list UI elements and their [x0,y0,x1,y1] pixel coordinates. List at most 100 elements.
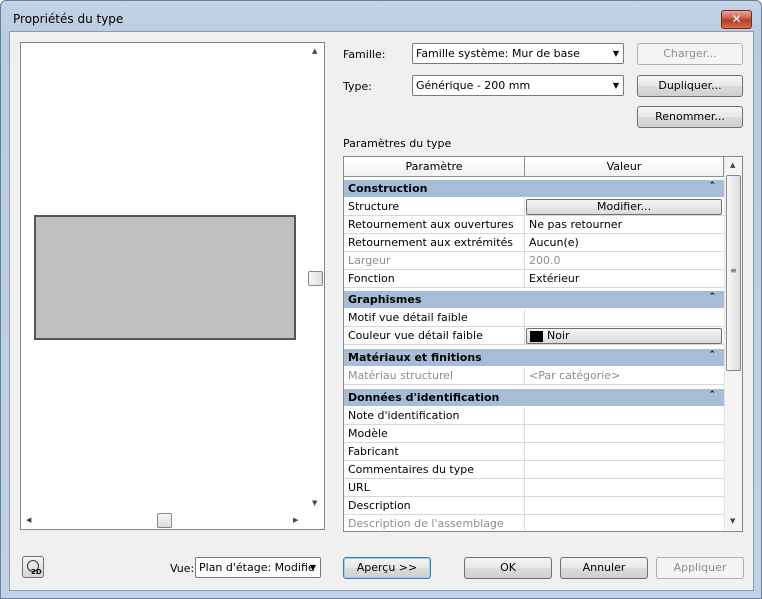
collapse-icon[interactable]: ⌃ [708,181,716,191]
preview-pane: ▲ ▼ ◀ ▶ [20,42,325,530]
section-donnees-identification[interactable]: Données d'identification ⌃ [344,388,724,406]
chevron-down-icon: ▼ [612,49,620,58]
table-row[interactable]: Note d'identification [344,407,724,425]
vue-value: Plan d'étage: Modifie [199,561,315,574]
param-name: Retournement aux ouvertures [344,216,525,234]
type-dropdown[interactable]: Générique - 200 mm ▼ [412,75,624,96]
dupliquer-button[interactable]: Dupliquer... [637,75,743,97]
param-name: Fabricant [344,443,525,461]
type-label: Type: [343,80,372,93]
scroll-up-icon[interactable]: ▲ [730,161,735,169]
param-value[interactable] [525,309,724,327]
color-swatch [530,331,543,342]
preview-vertical-scrollbar[interactable]: ▲ ▼ [307,43,324,513]
grip-icon: ≡ [730,266,737,275]
table-row[interactable]: URL [344,479,724,497]
view-icon-label: 2D [31,568,42,576]
grid-vertical-scroll-thumb[interactable]: ≡ [726,175,741,371]
scroll-up-icon[interactable]: ▲ [312,47,317,55]
column-header-valeur[interactable]: Valeur [525,157,724,177]
close-icon: ✕ [731,12,742,26]
param-name: URL [344,479,525,497]
scroll-left-icon[interactable]: ◀ [26,516,31,524]
table-row[interactable]: Commentaires du type [344,461,724,479]
table-row[interactable]: Couleur vue détail faible Noir [344,327,724,345]
scroll-right-icon[interactable]: ▶ [293,516,298,524]
scroll-down-icon[interactable]: ▼ [730,517,735,525]
wall-preview-shape [34,215,296,340]
dialog-client-area: ▲ ▼ ◀ ▶ Famille: Famille système: Mur de… [9,31,754,591]
grid-vertical-scrollbar[interactable]: ▲ ≡ ▼ [724,157,742,531]
window-title: Propriétés du type [13,12,124,26]
param-value[interactable] [525,479,724,497]
param-name: Largeur [344,252,525,270]
parametres-du-type-label: Paramètres du type [343,137,452,150]
param-value[interactable] [525,515,724,531]
param-value[interactable] [525,407,724,425]
param-value: <Par catégorie> [529,369,621,382]
preview-vertical-scroll-thumb[interactable] [308,271,323,286]
param-name: Structure [344,198,525,216]
section-materiaux[interactable]: Matériaux et finitions ⌃ [344,348,724,366]
collapse-icon[interactable]: ⌃ [708,350,716,360]
param-value[interactable] [525,461,724,479]
ok-button[interactable]: OK [464,557,552,579]
preview-horizontal-scrollbar[interactable]: ◀ ▶ [21,513,307,529]
param-value: 200.0 [529,254,561,267]
param-name: Description [344,497,525,515]
close-button[interactable]: ✕ [721,10,752,29]
param-value[interactable] [525,443,724,461]
famille-label: Famille: [343,48,386,61]
column-header-parametre[interactable]: Paramètre [344,157,525,177]
section-graphismes[interactable]: Graphismes ⌃ [344,290,724,308]
param-value[interactable]: Aucun(e) [525,234,724,252]
table-row[interactable]: Description [344,497,724,515]
chevron-down-icon: ▼ [309,563,317,572]
collapse-icon[interactable]: ⌃ [708,390,716,400]
table-row: Matériau structurel <Par catégorie> [344,367,724,385]
collapse-icon[interactable]: ⌃ [708,292,716,302]
param-name: Matériau structurel [344,367,525,385]
section-title: Graphismes [348,293,422,306]
annuler-button[interactable]: Annuler [560,557,648,579]
param-value[interactable]: Extérieur [525,270,724,288]
table-row[interactable]: Fonction Extérieur [344,270,724,288]
table-row[interactable]: Fabricant [344,443,724,461]
view-2d-icon[interactable]: 2D [22,556,44,578]
param-value[interactable] [525,425,724,443]
famille-value: Famille système: Mur de base [416,47,580,60]
apercu-button[interactable]: Aperçu >> [343,557,431,579]
table-row[interactable]: Motif vue détail faible [344,309,724,327]
color-picker-button[interactable]: Noir [526,328,722,344]
table-row[interactable]: Retournement aux extrémités Aucun(e) [344,234,724,252]
chevron-down-icon: ▼ [612,81,620,90]
table-row[interactable]: Description de l'assemblage [344,515,724,531]
table-row[interactable]: Retournement aux ouvertures Ne pas retou… [344,216,724,234]
type-parameters-grid: Paramètre Valeur Construction ⌃ Structur… [343,156,743,532]
section-title: Données d'identification [348,391,500,404]
appliquer-button[interactable]: Appliquer [656,557,744,579]
type-value: Générique - 200 mm [416,79,531,92]
param-name: Motif vue détail faible [344,309,525,327]
vue-label: Vue: [170,562,195,575]
structure-modifier-button[interactable]: Modifier... [526,199,722,215]
scroll-down-icon[interactable]: ▼ [312,499,317,507]
param-name: Commentaires du type [344,461,525,479]
table-row[interactable]: Structure Modifier... [344,198,724,216]
vue-dropdown[interactable]: Plan d'étage: Modifie ▼ [195,557,321,578]
param-value[interactable]: Ne pas retourner [525,216,724,234]
param-name: Description de l'assemblage [344,515,525,531]
table-row: Largeur 200.0 [344,252,724,270]
param-value[interactable] [525,497,724,515]
section-title: Matériaux et finitions [348,351,482,364]
type-properties-dialog: Propriétés du type ✕ ▲ ▼ ◀ ▶ Famille: Fa… [0,0,762,599]
table-row[interactable]: Modèle [344,425,724,443]
renommer-button[interactable]: Renommer... [637,106,743,128]
section-construction[interactable]: Construction ⌃ [344,179,724,197]
famille-dropdown[interactable]: Famille système: Mur de base ▼ [412,43,624,64]
charger-button[interactable]: Charger... [637,43,743,65]
param-name: Retournement aux extrémités [344,234,525,252]
preview-horizontal-scroll-thumb[interactable] [157,513,172,528]
param-name: Note d'identification [344,407,525,425]
section-title: Construction [348,182,428,195]
